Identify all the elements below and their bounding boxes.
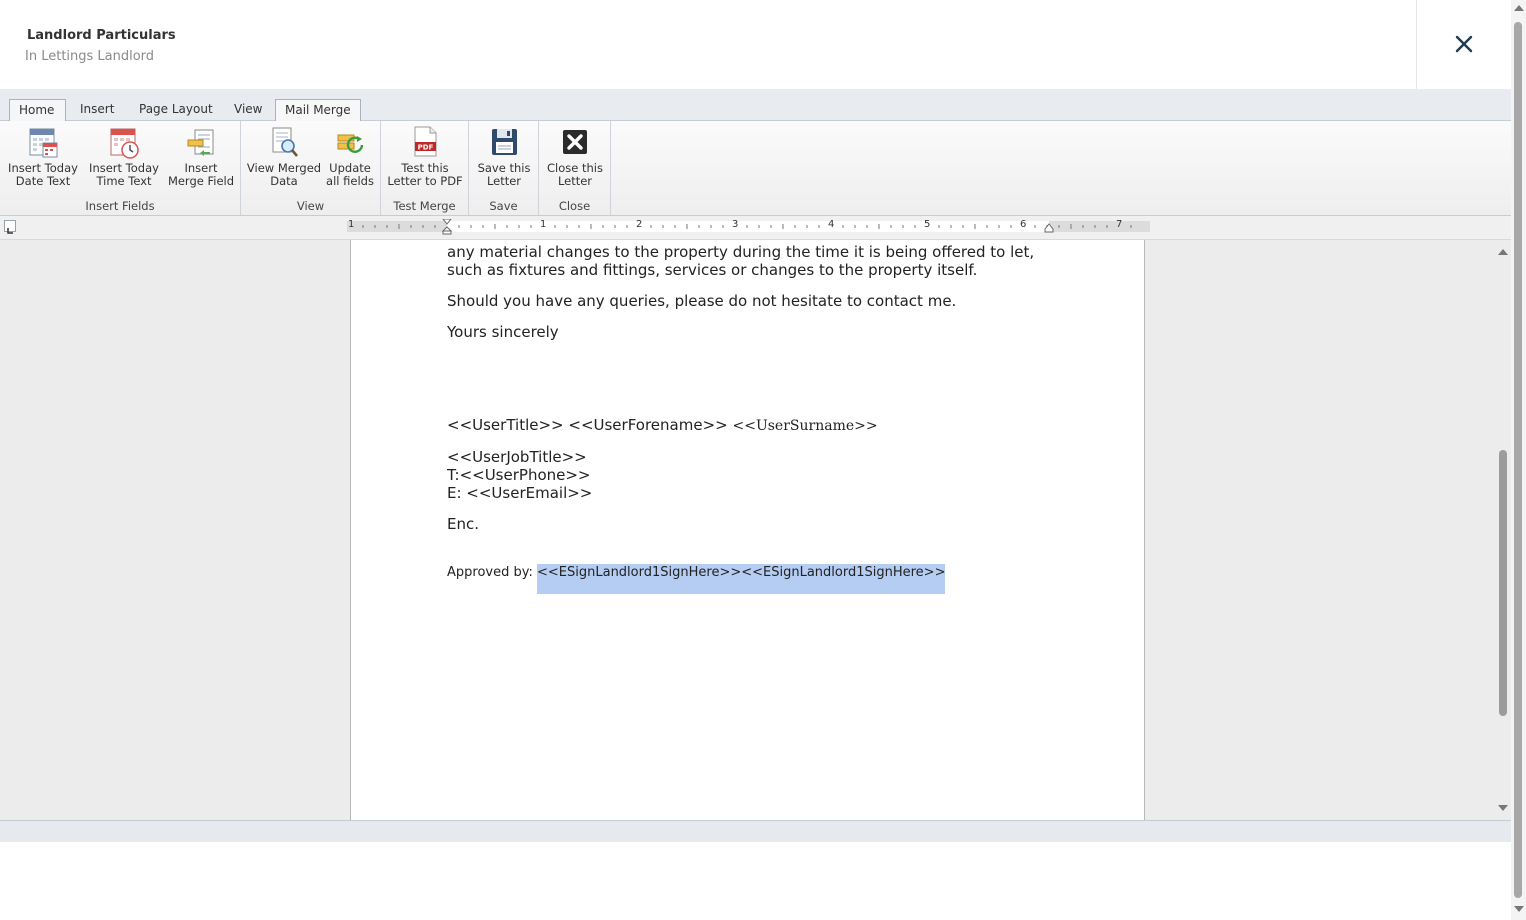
ruler-number: 1 bbox=[348, 219, 355, 230]
close-icon[interactable] bbox=[1450, 30, 1478, 58]
svg-text:PDF: PDF bbox=[418, 144, 434, 152]
page-scrollbar-thumb[interactable] bbox=[1514, 22, 1522, 898]
editor-status-bar bbox=[0, 820, 1511, 842]
ruler-ticks bbox=[362, 224, 1132, 229]
tab-view[interactable]: View bbox=[225, 99, 271, 121]
insert-today-time-label-2: Time Text bbox=[96, 174, 152, 188]
group-close: Close this Letter Close bbox=[539, 121, 611, 215]
doc-queries: Should you have any queries, please do n… bbox=[447, 292, 957, 310]
merge-field-phone: T:<<UserPhone>> bbox=[447, 466, 591, 484]
group-label-save: Save bbox=[489, 199, 518, 213]
test-letter-pdf-button[interactable]: PDF Test this Letter to PDF bbox=[385, 125, 465, 188]
close-box-icon bbox=[563, 130, 587, 154]
ruler-number: 5 bbox=[924, 219, 931, 230]
doc-line: such as fixtures and fittings, services … bbox=[447, 261, 978, 279]
group-save: Save this Letter Save bbox=[469, 121, 539, 215]
dialog-title: Landlord Particulars bbox=[27, 28, 176, 43]
ruler-number: 6 bbox=[1020, 219, 1027, 230]
horizontal-ruler[interactable]: 1 1 2 3 4 5 6 7 bbox=[347, 219, 1150, 235]
ruler-number: 3 bbox=[732, 219, 739, 230]
scroll-up-arrow-icon[interactable] bbox=[1514, 5, 1524, 11]
insert-merge-field-button[interactable]: Insert Merge Field bbox=[166, 125, 236, 188]
tab-home[interactable]: Home bbox=[9, 99, 66, 121]
close-letter-button[interactable]: Close this Letter bbox=[544, 125, 606, 188]
tab-page-layout[interactable]: Page Layout bbox=[130, 99, 222, 121]
document-scrollbar[interactable] bbox=[1494, 240, 1511, 820]
right-indent-marker-icon[interactable] bbox=[1044, 223, 1054, 233]
doc-scroll-up-icon[interactable] bbox=[1498, 249, 1508, 255]
document-viewport[interactable]: any material changes to the property dur… bbox=[0, 240, 1511, 820]
group-test-merge: PDF Test this Letter to PDF Test Merge bbox=[381, 121, 469, 215]
tab-stop-selector[interactable] bbox=[4, 220, 16, 234]
dialog-subtitle: In Lettings Landlord bbox=[25, 49, 155, 64]
view-merged-data-label-2: Data bbox=[270, 174, 298, 188]
ribbon-toolbar: Insert Today Date Text Insert Today Time… bbox=[0, 121, 1511, 216]
group-label-insert-fields: Insert Fields bbox=[85, 199, 155, 213]
tab-mail-merge[interactable]: Mail Merge bbox=[275, 99, 361, 122]
group-label-view: View bbox=[296, 199, 325, 213]
tab-stop-icon bbox=[7, 228, 13, 234]
group-label-test-merge: Test Merge bbox=[393, 199, 456, 213]
header-divider bbox=[1416, 0, 1417, 89]
insert-today-date-label-2: Date Text bbox=[15, 174, 71, 188]
doc-closing: Yours sincerely bbox=[447, 323, 559, 341]
doc-scroll-down-icon[interactable] bbox=[1498, 805, 1508, 811]
save-letter-button[interactable]: Save this Letter bbox=[474, 125, 534, 188]
floppy-disk-icon bbox=[492, 129, 517, 155]
doc-user-name: <<UserTitle>> <<UserForename>> <<UserSur… bbox=[447, 416, 878, 435]
close-letter-label-2: Letter bbox=[557, 174, 593, 188]
ruler-number: 4 bbox=[828, 219, 835, 230]
group-view: View Merged Data Update all fields View bbox=[241, 121, 381, 215]
scroll-down-arrow-icon[interactable] bbox=[1514, 906, 1524, 912]
document-page[interactable]: any material changes to the property dur… bbox=[350, 240, 1145, 820]
merge-field-title-forename: <<UserTitle>> <<UserForename>> bbox=[447, 416, 733, 434]
tab-insert[interactable]: Insert bbox=[71, 99, 123, 121]
merge-field-icon bbox=[187, 129, 214, 156]
insert-merge-field-label-2: Merge Field bbox=[167, 174, 235, 188]
test-letter-pdf-label-2: Letter to PDF bbox=[387, 174, 463, 188]
insert-today-date-button[interactable]: Insert Today Date Text bbox=[4, 125, 82, 188]
approved-label: Approved by: bbox=[447, 565, 537, 580]
group-insert-fields: Insert Today Date Text Insert Today Time… bbox=[0, 121, 241, 215]
doc-line: any material changes to the property dur… bbox=[447, 243, 1035, 261]
group-label-close: Close bbox=[558, 199, 591, 213]
ruler-number: 2 bbox=[636, 219, 643, 230]
save-letter-label-2: Letter bbox=[486, 174, 522, 188]
ribbon-tabbar: Home Insert Page Layout View Mail Merge bbox=[0, 89, 1511, 195]
ruler-number: 7 bbox=[1116, 219, 1123, 230]
ruler-bar: 1 1 2 3 4 5 6 7 bbox=[0, 216, 1511, 240]
calendar-date-icon bbox=[29, 128, 58, 158]
merge-field-email: E: <<UserEmail>> bbox=[447, 484, 593, 502]
refresh-fields-icon bbox=[337, 134, 364, 153]
magnifier-document-icon bbox=[272, 127, 298, 157]
pdf-icon: PDF bbox=[414, 126, 437, 157]
page-scrollbar[interactable] bbox=[1511, 0, 1526, 920]
merge-field-job-title: <<UserJobTitle>> bbox=[447, 448, 587, 466]
document-scrollbar-thumb[interactable] bbox=[1499, 450, 1507, 716]
doc-enclosure: Enc. bbox=[447, 515, 479, 533]
view-merged-data-button[interactable]: View Merged Data bbox=[246, 125, 322, 188]
update-all-fields-button[interactable]: Update all fields bbox=[325, 125, 375, 188]
insert-today-time-button[interactable]: Insert Today Time Text bbox=[86, 125, 162, 188]
dialog-header: Landlord Particulars In Lettings Landlor… bbox=[0, 0, 1511, 89]
esign-merge-field-selected[interactable]: <<ESignLandlord1SignHere>><<ESignLandlor… bbox=[537, 564, 946, 594]
update-all-fields-label-2: all fields bbox=[326, 174, 374, 188]
ruler-number: 1 bbox=[540, 219, 547, 230]
doc-approved-by: Approved by: <<ESignLandlord1SignHere>><… bbox=[447, 564, 946, 594]
calendar-clock-icon bbox=[110, 128, 139, 159]
merge-field-surname: <<UserSurname>> bbox=[732, 418, 878, 434]
indent-marker-icon[interactable] bbox=[442, 219, 452, 235]
